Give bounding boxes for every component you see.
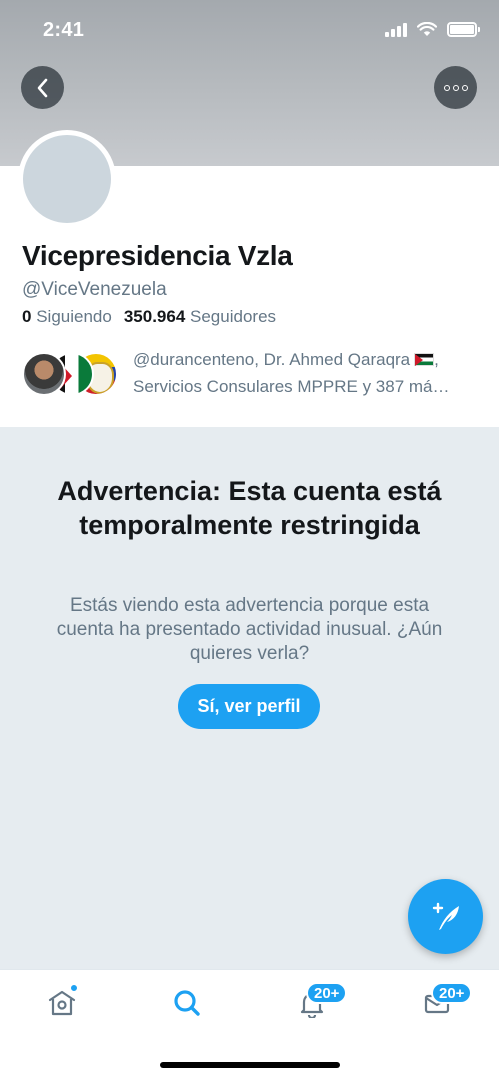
tab-home[interactable]: [37, 982, 87, 1024]
known-followers-avatars[interactable]: [22, 352, 122, 396]
compose-tweet-button[interactable]: [408, 879, 483, 954]
followers-count: 350.964: [123, 307, 186, 326]
followers-label: Seguidores: [190, 307, 277, 326]
known-followers-text[interactable]: @durancenteno, Dr. Ahmed Qaraqra, Servic…: [133, 346, 478, 400]
following-link[interactable]: 0 Siguiendo: [22, 307, 112, 326]
status-time: 2:41: [43, 19, 85, 41]
warning-title: Advertencia: Esta cuenta está temporalme…: [57, 476, 442, 540]
profile-handle: @ViceVenezuela: [22, 279, 167, 300]
back-arrow-icon: [37, 78, 47, 97]
home-indicator[interactable]: [160, 1062, 340, 1068]
wifi-icon: [417, 22, 437, 36]
cellular-signal-icon: [385, 22, 407, 37]
tab-notifications[interactable]: 20+: [287, 982, 348, 1024]
compose-tweet-icon: [432, 902, 459, 930]
more-icon: [443, 84, 468, 91]
profile-avatar[interactable]: [18, 130, 116, 228]
back-button[interactable]: [21, 66, 64, 109]
status-icons: [385, 22, 480, 37]
messages-badge: 20+: [431, 982, 473, 1004]
status-bar: 2:41: [0, 0, 499, 60]
following-count: 0: [22, 307, 32, 326]
search-icon: [174, 990, 200, 1016]
tab-search[interactable]: [162, 982, 212, 1024]
battery-icon: [447, 22, 480, 37]
followers-link[interactable]: 350.964 Seguidores: [124, 307, 276, 326]
follower-avatar: [22, 352, 66, 396]
home-new-dot: [70, 984, 78, 992]
following-label: Siguiendo: [36, 307, 112, 326]
known-followers-line1: @durancenteno, Dr. Ahmed Qaraqra: [133, 350, 411, 369]
known-followers-comma: ,: [434, 350, 439, 369]
known-followers-line2: Servicios Consulares MPPRE y 387 má…: [133, 377, 450, 396]
tab-messages[interactable]: 20+: [412, 982, 473, 1024]
home-icon: [48, 990, 76, 1016]
warning-body: Estás viendo esta advertencia porque est…: [56, 595, 443, 664]
palestine-flag-icon: [414, 353, 435, 366]
follow-stats: 0 Siguiendo 350.964 Seguidores: [22, 307, 276, 327]
more-options-button[interactable]: [434, 66, 477, 109]
view-profile-button[interactable]: Sí, ver perfil: [178, 684, 320, 729]
profile-name: Vicepresidencia Vzla: [22, 240, 293, 271]
notifications-badge: 20+: [306, 982, 348, 1004]
